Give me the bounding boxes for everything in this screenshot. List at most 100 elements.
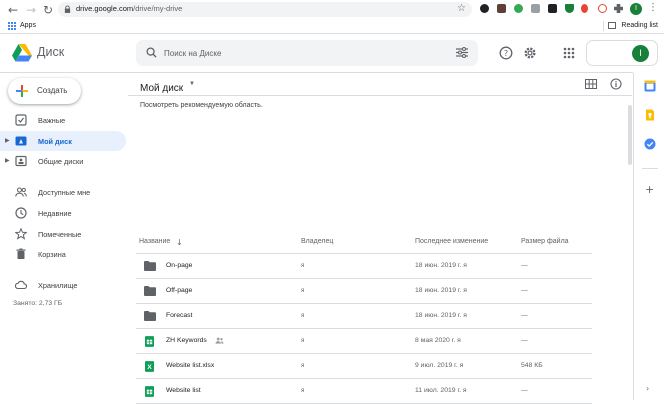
sidebar-item-shared-drives[interactable]: ▶ Общие диски bbox=[0, 151, 126, 171]
file-size: — bbox=[521, 262, 528, 269]
lock-icon bbox=[64, 5, 71, 13]
bookmark-star-icon[interactable]: ☆ bbox=[457, 3, 466, 14]
tasks-icon[interactable] bbox=[644, 138, 656, 150]
search-bar[interactable] bbox=[136, 40, 478, 66]
drive-header: Диск ? I bbox=[0, 34, 664, 72]
file-modified: 18 июн. 2019 г. я bbox=[415, 312, 467, 319]
file-name: Website list bbox=[166, 387, 201, 394]
product-name[interactable]: Диск bbox=[37, 45, 64, 59]
search-input[interactable] bbox=[164, 46, 444, 60]
browser-menu-icon[interactable]: ⋮ bbox=[648, 2, 658, 13]
file-owner: я bbox=[301, 313, 305, 319]
extension-icon[interactable] bbox=[548, 4, 557, 13]
svg-text:?: ? bbox=[504, 49, 508, 58]
drive-logo-icon[interactable] bbox=[12, 44, 32, 62]
sidebar-item-storage[interactable]: Хранилище bbox=[0, 275, 126, 295]
shared-people-icon bbox=[215, 337, 224, 344]
shield-extension-icon[interactable] bbox=[565, 4, 574, 13]
grid-view-icon[interactable] bbox=[585, 78, 597, 90]
sidebar-item-starred[interactable]: Помеченные bbox=[0, 224, 126, 244]
back-icon[interactable]: ← bbox=[6, 3, 20, 17]
extension-icon[interactable] bbox=[480, 4, 489, 13]
account-switcher[interactable]: I bbox=[586, 40, 658, 66]
info-icon[interactable] bbox=[610, 78, 622, 90]
help-icon[interactable]: ? bbox=[499, 46, 513, 60]
file-row[interactable]: Off-page я 18 июн. 2019 г. я — bbox=[136, 279, 592, 304]
sort-arrow-icon[interactable]: ↓ bbox=[176, 238, 183, 247]
sidebar-item-label: Корзина bbox=[38, 250, 66, 259]
create-button[interactable]: Создать bbox=[8, 78, 81, 104]
search-icon[interactable] bbox=[146, 47, 157, 58]
file-owner: я bbox=[301, 388, 305, 394]
forward-icon[interactable]: → bbox=[24, 3, 38, 17]
extension-icon[interactable] bbox=[514, 4, 523, 13]
sidebar-item-priority[interactable]: Важные bbox=[0, 110, 126, 130]
folder-icon bbox=[144, 261, 156, 271]
suggested-view-link[interactable]: Посмотреть рекомендуемую область. bbox=[140, 102, 263, 109]
sidebar-item-recent[interactable]: Недавние bbox=[0, 203, 126, 223]
file-size: 548 КБ bbox=[521, 362, 543, 369]
expand-arrow-icon[interactable]: ▶ bbox=[5, 157, 10, 164]
chevron-right-icon[interactable]: › bbox=[646, 384, 649, 393]
column-header-name[interactable]: Название bbox=[139, 238, 170, 245]
column-header-modified[interactable]: Последнее изменение bbox=[415, 238, 488, 245]
account-avatar[interactable]: I bbox=[632, 45, 649, 62]
excel-file-icon: X bbox=[145, 361, 154, 372]
sidebar: Создать Важные ▶ Мой диск ▶ Общие диски bbox=[0, 73, 128, 400]
chevron-down-icon[interactable]: ▼ bbox=[189, 81, 195, 87]
file-row[interactable]: Website list я 11 июл. 2019 г. я — bbox=[136, 379, 592, 404]
extension-icon[interactable] bbox=[581, 4, 588, 13]
add-addon-icon[interactable]: + bbox=[645, 183, 654, 196]
file-size: — bbox=[521, 337, 528, 344]
bookmarks-divider bbox=[603, 21, 604, 31]
file-modified: 11 июл. 2019 г. я bbox=[415, 387, 467, 394]
storage-usage: Занято: 2,73 ГБ bbox=[13, 300, 63, 307]
calendar-icon[interactable] bbox=[644, 80, 656, 92]
bookmark-apps[interactable]: Apps bbox=[20, 22, 36, 29]
extension-icon[interactable] bbox=[497, 4, 506, 13]
file-row[interactable]: On-page я 18 июн. 2019 г. я — bbox=[136, 254, 592, 279]
google-sheets-icon bbox=[145, 336, 154, 347]
reload-icon[interactable]: ↻ bbox=[41, 3, 55, 17]
shared-with-me-icon bbox=[15, 187, 27, 197]
extensions-puzzle-icon[interactable] bbox=[614, 4, 623, 13]
sidebar-item-trash[interactable]: Корзина bbox=[0, 244, 126, 264]
folder-icon bbox=[144, 311, 156, 321]
file-modified: 8 мая 2020 г. я bbox=[415, 337, 461, 344]
file-owner: я bbox=[301, 288, 305, 294]
reading-list-icon bbox=[608, 22, 616, 29]
extension-icon[interactable] bbox=[531, 4, 540, 13]
file-size: — bbox=[521, 287, 528, 294]
main-content: Мой диск ▼ Посмотреть рекомендуемую обла… bbox=[128, 73, 632, 404]
page-title[interactable]: Мой диск ▼ bbox=[140, 78, 195, 96]
sidebar-item-label: Хранилище bbox=[38, 281, 78, 290]
sidebar-item-shared-with-me[interactable]: Доступные мне bbox=[0, 182, 126, 202]
address-bar[interactable]: drive.google.com/drive/my-drive ☆ bbox=[58, 2, 472, 17]
google-apps-icon[interactable] bbox=[562, 46, 576, 60]
file-row[interactable]: ZH Keywords я 8 мая 2020 г. я — bbox=[136, 329, 592, 354]
file-row[interactable]: Forecast я 18 июн. 2019 г. я — bbox=[136, 304, 592, 329]
keep-icon[interactable] bbox=[644, 109, 656, 121]
file-row[interactable]: X Website list.xlsx я 9 июл. 2019 г. я 5… bbox=[136, 354, 592, 379]
scrollbar-thumb[interactable] bbox=[628, 105, 632, 165]
extension-icon[interactable] bbox=[598, 4, 607, 13]
bookmarks-bar: Apps Reading list bbox=[0, 19, 664, 34]
sidebar-item-label: Мой диск bbox=[38, 137, 72, 146]
search-options-icon[interactable] bbox=[456, 47, 468, 58]
file-modified: 18 июн. 2019 г. я bbox=[415, 287, 467, 294]
expand-arrow-icon[interactable]: ▶ bbox=[5, 137, 10, 144]
settings-gear-icon[interactable] bbox=[523, 46, 537, 60]
browser-profile-avatar[interactable]: I bbox=[630, 3, 642, 15]
sidebar-item-label: Важные bbox=[38, 116, 66, 125]
toolbar-divider bbox=[128, 95, 632, 96]
google-sheets-icon bbox=[145, 386, 154, 397]
url-text: drive.google.com/drive/my-drive bbox=[76, 4, 183, 13]
reading-list-button[interactable]: Reading list bbox=[621, 22, 658, 29]
shared-drives-icon bbox=[15, 155, 27, 167]
trash-icon bbox=[16, 248, 26, 259]
apps-grid-icon[interactable] bbox=[8, 22, 16, 30]
svg-text:X: X bbox=[147, 364, 152, 371]
sidebar-item-label: Доступные мне bbox=[38, 188, 91, 197]
sidebar-item-my-drive[interactable]: ▶ Мой диск bbox=[0, 131, 126, 151]
recent-icon bbox=[15, 207, 27, 219]
